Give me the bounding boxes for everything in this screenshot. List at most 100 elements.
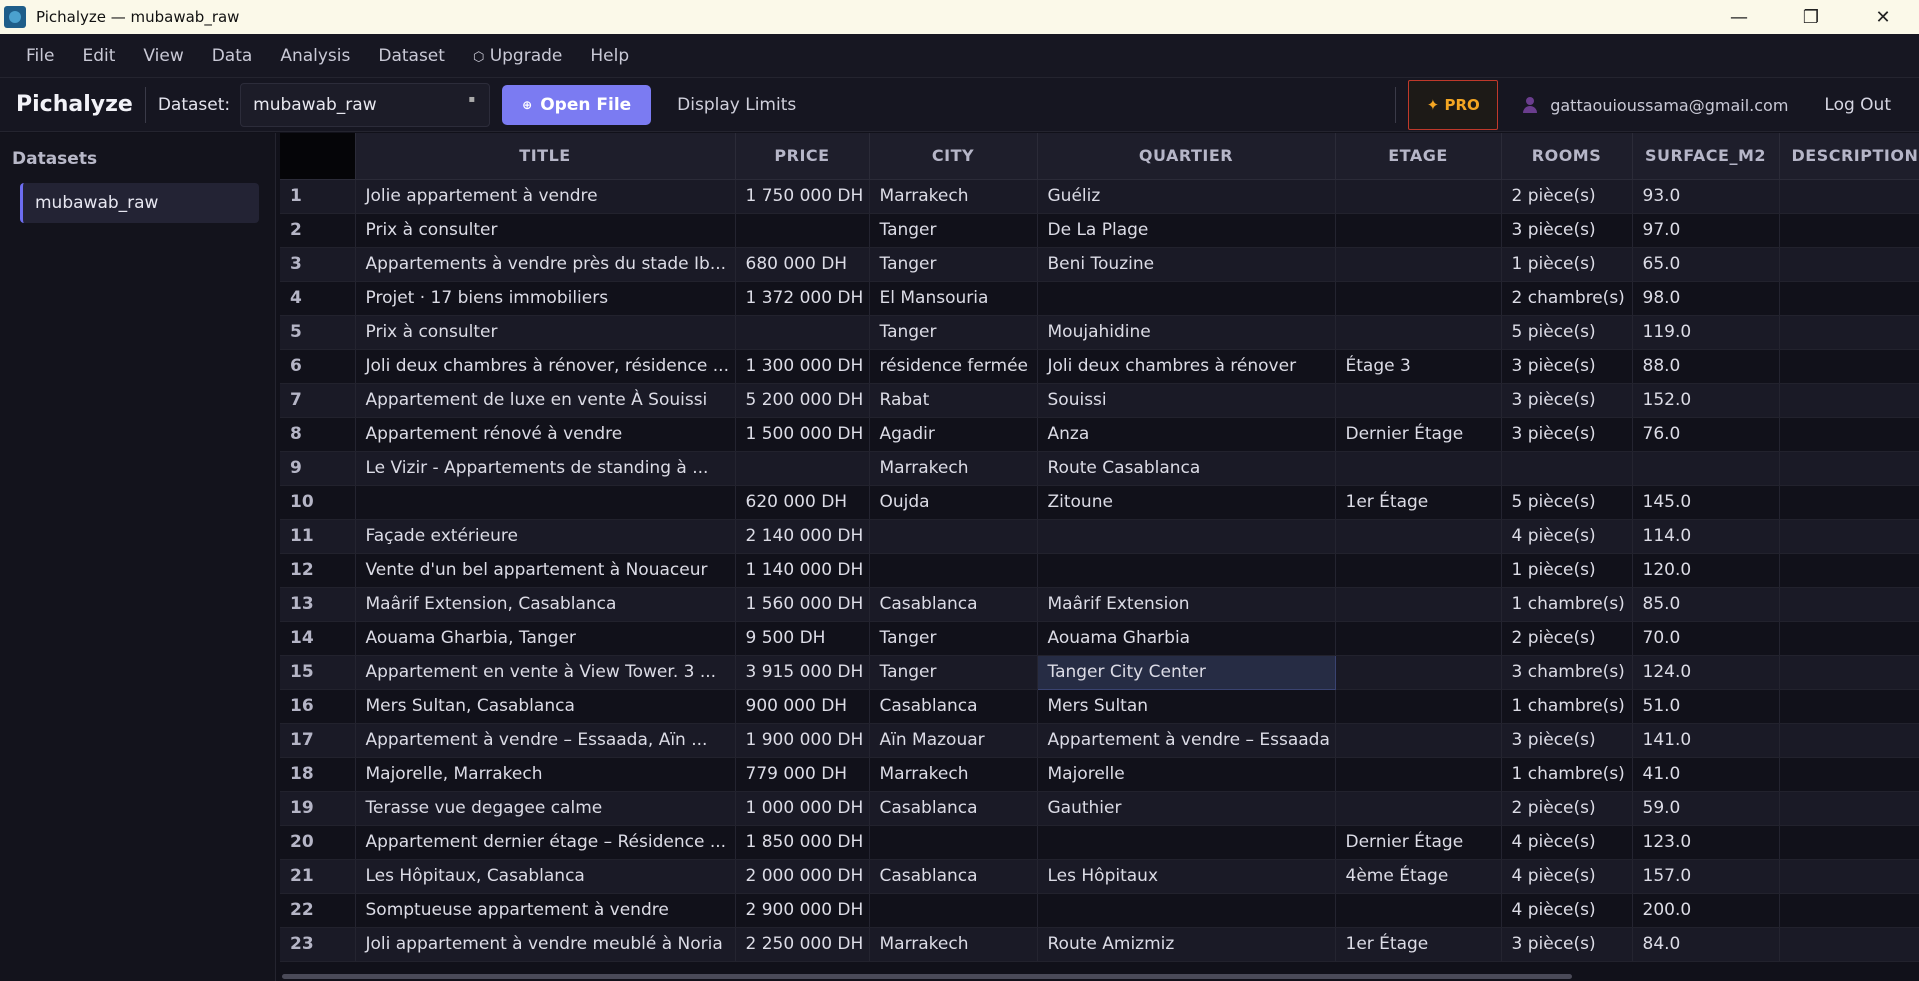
close-icon[interactable]: ✕ — [1847, 0, 1919, 34]
menu-view[interactable]: View — [129, 34, 197, 78]
table-cell[interactable] — [1335, 655, 1502, 690]
table-cell[interactable] — [1335, 791, 1502, 826]
row-number[interactable]: 16 — [280, 689, 356, 724]
table-cell[interactable] — [1779, 621, 1919, 656]
table-cell[interactable]: 9 500 DH — [735, 621, 870, 656]
table-cell[interactable]: Joli deux chambres à rénover, résidence … — [355, 349, 736, 384]
table-cell[interactable]: Appartement à vendre – Essaada — [1037, 723, 1336, 758]
table-cell[interactable] — [1335, 689, 1502, 724]
table-cell[interactable]: Tanger — [869, 247, 1038, 282]
table-row[interactable]: 22 Somptueuse appartement à vendre 2 900 0… — [280, 893, 1919, 928]
table-row[interactable]: 5 Prix à consulter Tanger Moujahidine 5 pièc… — [280, 315, 1919, 350]
table-cell[interactable]: Dernier Étage — [1335, 417, 1502, 452]
table-cell[interactable] — [1779, 791, 1919, 826]
table-cell[interactable] — [1335, 179, 1502, 214]
table-cell[interactable] — [1335, 213, 1502, 248]
table-cell[interactable] — [735, 315, 870, 350]
table-row[interactable]: 4 Projet · 17 biens immobiliers 1 372 000 … — [280, 281, 1919, 316]
table-cell[interactable] — [1779, 349, 1919, 384]
column-header[interactable]: DESCRIPTION — [1779, 133, 1919, 180]
table-row[interactable]: 17 Appartement à vendre – Essaada, Aïn ..… — [280, 723, 1919, 758]
table-cell[interactable]: 5 pièce(s) — [1501, 485, 1633, 520]
table-row[interactable]: 10 620 000 DH Oujda Zitoune 1er Étage 5 pièce… — [280, 485, 1919, 520]
table-cell[interactable] — [1779, 179, 1919, 214]
table-cell[interactable]: 3 pièce(s) — [1501, 213, 1633, 248]
table-cell[interactable]: 5 200 000 DH — [735, 383, 870, 418]
table-cell[interactable]: Rabat — [869, 383, 1038, 418]
table-cell[interactable]: 2 140 000 DH — [735, 519, 870, 554]
table-cell[interactable]: Agadir — [869, 417, 1038, 452]
table-cell[interactable]: Appartement en vente à View Tower. 3 ... — [355, 655, 736, 690]
table-cell[interactable]: 51.0 — [1632, 689, 1780, 724]
table-cell[interactable]: 152.0 — [1632, 383, 1780, 418]
table-cell[interactable]: Guéliz — [1037, 179, 1336, 214]
table-cell[interactable]: Majorelle — [1037, 757, 1336, 792]
table-cell[interactable] — [1779, 927, 1919, 962]
table-cell[interactable]: Maârif Extension — [1037, 587, 1336, 622]
table-cell[interactable] — [1779, 417, 1919, 452]
table-cell[interactable] — [1335, 519, 1502, 554]
table-cell[interactable]: 141.0 — [1632, 723, 1780, 758]
row-number[interactable]: 22 — [280, 893, 356, 928]
table-cell[interactable]: Terasse vue degagee calme — [355, 791, 736, 826]
table-cell[interactable] — [869, 519, 1038, 554]
table-cell[interactable] — [1335, 315, 1502, 350]
table-cell[interactable]: Aouama Gharbia, Tanger — [355, 621, 736, 656]
table-cell[interactable]: De La Plage — [1037, 213, 1336, 248]
table-cell[interactable]: 157.0 — [1632, 859, 1780, 894]
row-number[interactable]: 8 — [280, 417, 356, 452]
table-cell[interactable] — [1501, 451, 1633, 486]
table-cell[interactable]: 3 915 000 DH — [735, 655, 870, 690]
table-cell[interactable]: 2 pièce(s) — [1501, 791, 1633, 826]
maximize-icon[interactable]: ❐ — [1775, 0, 1847, 34]
table-cell[interactable]: 1 chambre(s) — [1501, 757, 1633, 792]
table-cell[interactable]: 114.0 — [1632, 519, 1780, 554]
table-row[interactable]: 13 Maârif Extension, Casablanca 1 560 000 … — [280, 587, 1919, 622]
menu-dataset[interactable]: Dataset — [364, 34, 459, 78]
table-cell[interactable]: 1 chambre(s) — [1501, 587, 1633, 622]
logout-button[interactable]: Log Out — [1824, 95, 1891, 115]
table-cell[interactable]: Marrakech — [869, 757, 1038, 792]
row-number[interactable]: 10 — [280, 485, 356, 520]
table-cell[interactable]: 123.0 — [1632, 825, 1780, 860]
sidebar-item-dataset[interactable]: mubawab_raw — [20, 183, 259, 223]
display-limits-button[interactable]: Display Limits — [677, 95, 796, 115]
table-cell[interactable]: Route Casablanca — [1037, 451, 1336, 486]
table-cell[interactable] — [1037, 553, 1336, 588]
table-cell[interactable]: 4ème Étage — [1335, 859, 1502, 894]
table-cell[interactable]: Les Hôpitaux — [1037, 859, 1336, 894]
table-cell[interactable]: Dernier Étage — [1335, 825, 1502, 860]
table-cell[interactable]: Gauthier — [1037, 791, 1336, 826]
open-file-button[interactable]: ⊕ Open File — [502, 84, 652, 125]
table-cell[interactable]: 76.0 — [1632, 417, 1780, 452]
table-cell[interactable]: 1 pièce(s) — [1501, 247, 1633, 282]
corner-cell[interactable] — [280, 133, 356, 180]
table-row[interactable]: 7 Appartement de luxe en vente À Souissi 5… — [280, 383, 1919, 418]
table-cell[interactable]: 4 pièce(s) — [1501, 859, 1633, 894]
table-cell[interactable]: Casablanca — [869, 587, 1038, 622]
horizontal-scrollbar[interactable] — [282, 974, 1572, 979]
table-cell[interactable]: 200.0 — [1632, 893, 1780, 928]
table-cell[interactable]: Anza — [1037, 417, 1336, 452]
table-cell[interactable]: Souissi — [1037, 383, 1336, 418]
table-cell[interactable] — [1335, 247, 1502, 282]
row-number[interactable]: 11 — [280, 519, 356, 554]
table-cell[interactable]: 1er Étage — [1335, 485, 1502, 520]
table-row[interactable]: 15 Appartement en vente à View Tower. 3 .… — [280, 654, 1919, 690]
table-cell[interactable]: 900 000 DH — [735, 689, 870, 724]
table-cell[interactable] — [1779, 825, 1919, 860]
row-number[interactable]: 23 — [280, 927, 356, 962]
table-cell[interactable] — [1779, 213, 1919, 248]
table-cell[interactable] — [1335, 723, 1502, 758]
table-cell[interactable] — [1779, 655, 1919, 690]
table-row[interactable]: 16 Mers Sultan, Casablanca 900 000 DH Casab… — [280, 689, 1919, 724]
table-cell[interactable]: Appartement rénové à vendre — [355, 417, 736, 452]
column-header[interactable]: QUARTIER — [1037, 133, 1336, 180]
table-cell[interactable]: Appartements à vendre près du stade Ib..… — [355, 247, 736, 282]
table-cell[interactable] — [1335, 893, 1502, 928]
table-cell[interactable]: 2 pièce(s) — [1501, 621, 1633, 656]
table-cell[interactable]: 2 chambre(s) — [1501, 281, 1633, 316]
row-number[interactable]: 5 — [280, 315, 356, 350]
row-number[interactable]: 20 — [280, 825, 356, 860]
column-header[interactable]: ROOMS — [1501, 133, 1633, 180]
